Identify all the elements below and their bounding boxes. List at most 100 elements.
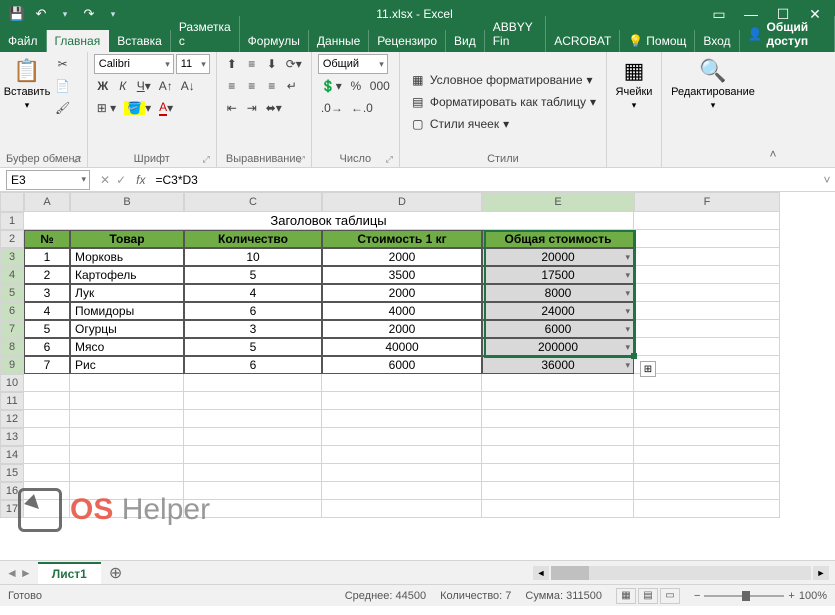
tab-insert[interactable]: Вставка bbox=[109, 30, 171, 52]
cell[interactable]: 20000 bbox=[482, 248, 634, 266]
align-center-button[interactable]: ≡ bbox=[243, 76, 261, 96]
select-all-corner[interactable] bbox=[0, 192, 24, 212]
cell[interactable] bbox=[634, 320, 780, 338]
share-button[interactable]: 👤Общий доступ bbox=[740, 16, 835, 52]
fill-color-button[interactable]: 🪣▾ bbox=[121, 98, 154, 118]
cell[interactable] bbox=[24, 410, 70, 428]
view-normal-button[interactable]: ▦ bbox=[616, 588, 636, 604]
cell[interactable] bbox=[24, 392, 70, 410]
cell[interactable] bbox=[634, 212, 780, 230]
cell[interactable]: 3 bbox=[184, 320, 322, 338]
row-header[interactable]: 9 bbox=[0, 356, 24, 374]
cell[interactable]: 2 bbox=[24, 266, 70, 284]
row-header[interactable]: 10 bbox=[0, 374, 24, 392]
cell[interactable] bbox=[70, 464, 184, 482]
hscroll-right[interactable]: ► bbox=[813, 566, 829, 580]
align-top-button[interactable]: ⬆ bbox=[223, 54, 241, 74]
undo-button[interactable]: ↶ bbox=[30, 3, 52, 25]
tab-layout[interactable]: Разметка с bbox=[171, 16, 240, 52]
cell[interactable]: Морковь bbox=[70, 248, 184, 266]
font-color-button[interactable]: A▾ bbox=[156, 98, 176, 118]
cell[interactable] bbox=[634, 302, 780, 320]
tab-file[interactable]: Файл bbox=[0, 30, 47, 52]
cell[interactable] bbox=[322, 428, 482, 446]
table-title[interactable]: Заголовок таблицы bbox=[24, 212, 634, 230]
cell[interactable] bbox=[24, 374, 70, 392]
zoom-in-button[interactable]: + bbox=[788, 590, 794, 602]
table-header[interactable]: Стоимость 1 кг bbox=[322, 230, 482, 248]
cell[interactable]: Мясо bbox=[70, 338, 184, 356]
cell[interactable] bbox=[184, 428, 322, 446]
cells-button[interactable]: ▦Ячейки▾ bbox=[613, 54, 655, 162]
cell[interactable] bbox=[322, 482, 482, 500]
underline-button[interactable]: Ч ▾ bbox=[134, 76, 154, 96]
col-header[interactable]: E bbox=[482, 192, 634, 212]
cell-styles-button[interactable]: ▢Стили ячеек ▾ bbox=[406, 115, 600, 133]
row-header[interactable]: 3 bbox=[0, 248, 24, 266]
ribbon-display-options[interactable]: ▭ bbox=[705, 3, 733, 25]
cell[interactable]: 6000 bbox=[322, 356, 482, 374]
cell[interactable] bbox=[70, 392, 184, 410]
format-as-table-button[interactable]: ▤Форматировать как таблицу ▾ bbox=[406, 93, 600, 111]
cell[interactable]: Лук bbox=[70, 284, 184, 302]
col-header[interactable]: C bbox=[184, 192, 322, 212]
cell[interactable]: 3500 bbox=[322, 266, 482, 284]
cell[interactable]: Помидоры bbox=[70, 302, 184, 320]
tab-review[interactable]: Рецензиро bbox=[369, 30, 446, 52]
align-launcher[interactable]: ⤢ bbox=[298, 154, 305, 165]
sheet-nav-prev[interactable]: ◄ bbox=[6, 566, 18, 580]
cancel-formula-button[interactable]: ✕ bbox=[100, 173, 110, 187]
cell[interactable]: 40000 bbox=[322, 338, 482, 356]
percent-button[interactable]: % bbox=[347, 76, 365, 96]
paste-button[interactable]: 📋Вставить▾ bbox=[6, 54, 48, 150]
cell[interactable]: 200000 bbox=[482, 338, 634, 356]
editing-button[interactable]: 🔍Редактирование▾ bbox=[668, 54, 758, 162]
row-header[interactable]: 1 bbox=[0, 212, 24, 230]
cut-button[interactable]: ✂ bbox=[52, 54, 73, 74]
cell[interactable] bbox=[70, 446, 184, 464]
format-painter-button[interactable]: 🖌 bbox=[52, 98, 73, 118]
row-header[interactable]: 6 bbox=[0, 302, 24, 320]
row-header[interactable]: 4 bbox=[0, 266, 24, 284]
cell[interactable]: 1 bbox=[24, 248, 70, 266]
row-header[interactable]: 2 bbox=[0, 230, 24, 248]
increase-font-button[interactable]: A↑ bbox=[156, 76, 176, 96]
cell[interactable] bbox=[634, 500, 780, 518]
cell[interactable] bbox=[482, 410, 634, 428]
italic-button[interactable]: К bbox=[114, 76, 132, 96]
cell[interactable]: 2000 bbox=[322, 284, 482, 302]
number-format-select[interactable]: Общий bbox=[318, 54, 388, 74]
save-button[interactable]: 💾 bbox=[6, 3, 28, 25]
cell[interactable] bbox=[634, 482, 780, 500]
cell[interactable] bbox=[184, 392, 322, 410]
cell[interactable]: 4 bbox=[184, 284, 322, 302]
name-box[interactable]: E3 bbox=[6, 170, 90, 190]
cell[interactable] bbox=[482, 374, 634, 392]
row-header[interactable]: 13 bbox=[0, 428, 24, 446]
align-middle-button[interactable]: ≡ bbox=[243, 54, 261, 74]
qat-customize[interactable]: ▾ bbox=[102, 3, 124, 25]
cell[interactable]: 3 bbox=[24, 284, 70, 302]
cell[interactable]: Рис bbox=[70, 356, 184, 374]
zoom-slider[interactable] bbox=[704, 595, 784, 597]
cell[interactable] bbox=[24, 464, 70, 482]
cell[interactable] bbox=[634, 446, 780, 464]
number-launcher[interactable]: ⤢ bbox=[386, 154, 393, 165]
cell[interactable]: 6 bbox=[184, 302, 322, 320]
row-header[interactable]: 7 bbox=[0, 320, 24, 338]
row-header[interactable]: 8 bbox=[0, 338, 24, 356]
cell[interactable] bbox=[634, 428, 780, 446]
font-size-select[interactable]: 11 bbox=[176, 54, 210, 74]
col-header[interactable]: A bbox=[24, 192, 70, 212]
cell[interactable] bbox=[634, 410, 780, 428]
zoom-level[interactable]: 100% bbox=[799, 590, 827, 602]
clipboard-launcher[interactable]: ⤢ bbox=[74, 154, 81, 165]
cell[interactable] bbox=[322, 464, 482, 482]
increase-indent-button[interactable]: ⇥ bbox=[243, 98, 261, 118]
conditional-formatting-button[interactable]: ▦Условное форматирование ▾ bbox=[406, 71, 600, 89]
cell[interactable] bbox=[634, 464, 780, 482]
tab-abbyy[interactable]: ABBYY Fin bbox=[485, 16, 546, 52]
decrease-indent-button[interactable]: ⇤ bbox=[223, 98, 241, 118]
hscroll-track[interactable] bbox=[551, 566, 811, 580]
font-launcher[interactable]: ⤢ bbox=[203, 154, 210, 165]
